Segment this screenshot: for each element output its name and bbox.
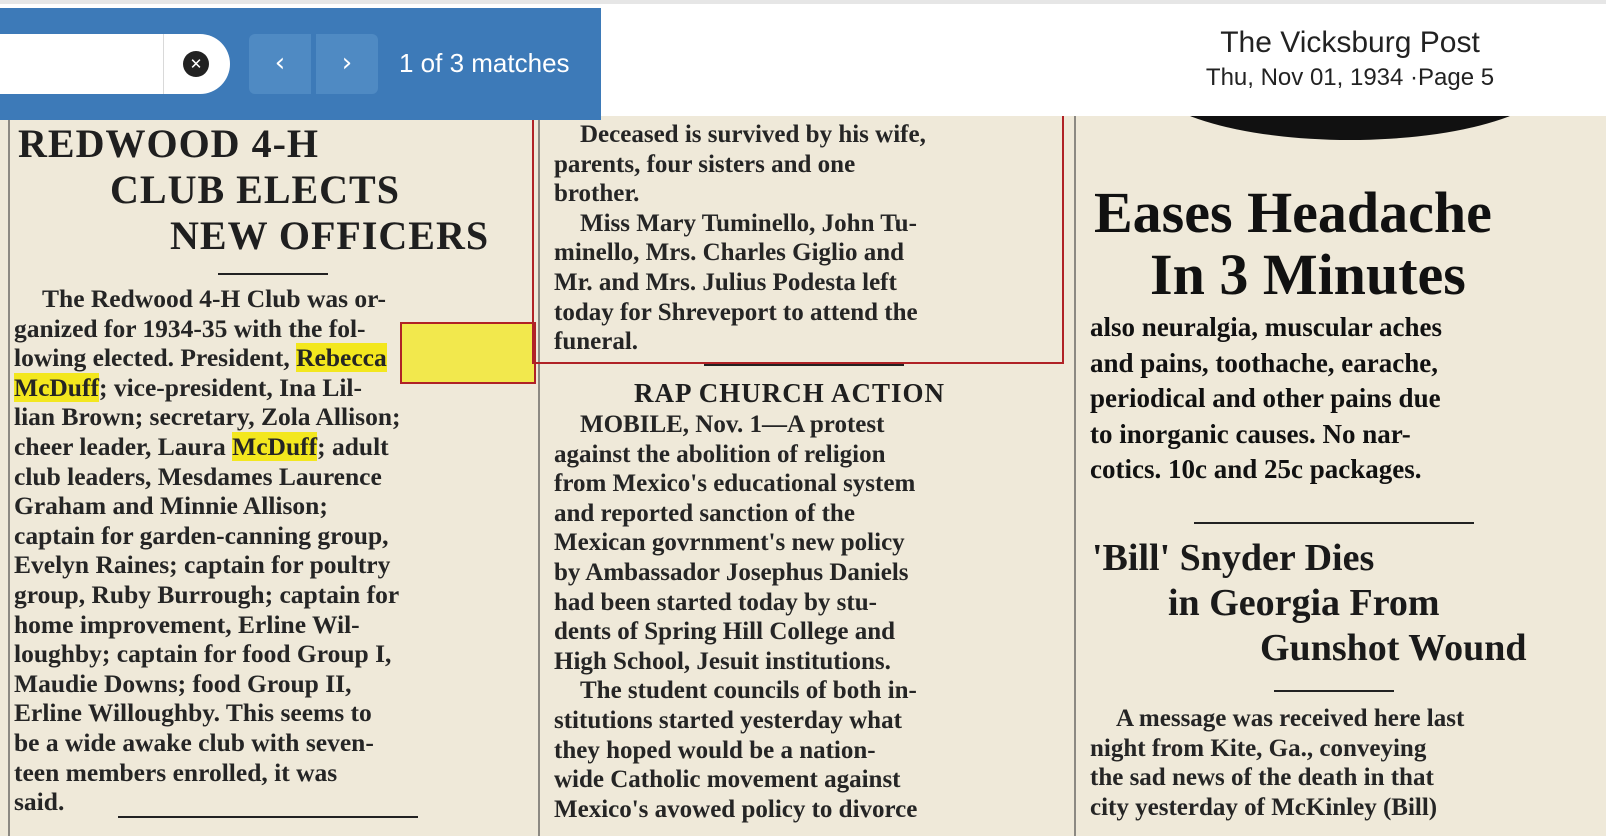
article-line: minello, Mrs. Charles Giglio and — [554, 239, 904, 267]
column-rule — [8, 116, 10, 836]
ad-line: cotics. 10c and 25c packages. — [1090, 454, 1422, 484]
article-line: group, Ruby Burrough; captain for — [14, 579, 400, 609]
search-divider — [163, 34, 164, 94]
ad-line: periodical and other pains due — [1090, 383, 1441, 413]
ad-line: to inorganic causes. No nar- — [1090, 418, 1411, 449]
headline-line: CLUB ELECTS — [110, 167, 400, 212]
article-divider — [704, 364, 904, 366]
headline-divider — [218, 273, 328, 275]
article-line: teen members enrolled, it was — [14, 757, 338, 787]
headline-line: 'Bill' Snyder Dies — [1092, 537, 1375, 579]
chevron-left-icon: ‹ — [274, 48, 286, 78]
article-headline: RAP CHURCH ACTION — [634, 378, 946, 408]
article-divider — [1194, 522, 1474, 524]
article-line: The student councils of both in- — [580, 677, 917, 705]
article-line: said. — [14, 787, 65, 817]
article-line: captain for garden-canning group, — [14, 520, 389, 550]
article-line: against the abolition of religion — [554, 440, 886, 468]
close-icon: ✕ — [189, 55, 203, 73]
headline-divider — [1274, 690, 1394, 692]
newspaper-page[interactable]: REDWOOD 4-H CLUB ELECTS NEW OFFICERS The… — [0, 116, 1606, 836]
ad-headline-line: In 3 Minutes — [1150, 242, 1466, 307]
search-panel: ✕ ‹ › 1 of 3 matches — [0, 8, 601, 120]
search-input[interactable] — [0, 34, 160, 94]
article-body: MOBILE, Nov. 1—A protest against the abo… — [554, 410, 1060, 824]
article-line: Deceased is survived by his wife, — [580, 121, 926, 148]
viewer-toolbar: ✕ ‹ › 1 of 3 matches The Vicksburg Post … — [0, 0, 1606, 120]
headline-line: REDWOOD 4-H — [18, 121, 319, 166]
paper-title: The Vicksburg Post — [1220, 26, 1480, 59]
article-line: club leaders, Mesdames Laurence — [14, 461, 382, 491]
article-line: parents, four sisters and one — [554, 150, 856, 178]
article-line: Maudie Downs; food Group II, — [14, 668, 352, 698]
article-line: lian Brown; secretary, Zola Allison; — [14, 402, 401, 432]
article-line: MOBILE, Nov. 1—A protest — [580, 411, 885, 438]
article-line: brother. — [554, 180, 640, 208]
headline-line: in Georgia From — [1168, 582, 1440, 624]
article-line: Miss Mary Tuminello, John Tu- — [580, 209, 917, 237]
article-line: Mexican govrnment's new policy — [554, 529, 905, 557]
ad-headline: Eases Headache In 3 Minutes — [1094, 182, 1492, 306]
article-headline: 'Bill' Snyder Dies in Georgia From Gunsh… — [1092, 536, 1527, 671]
clear-search-button[interactable]: ✕ — [183, 51, 209, 77]
headline-line: NEW OFFICERS — [170, 213, 490, 258]
article-body: Deceased is survived by his wife, parent… — [554, 120, 1060, 357]
article-line: loughby; captain for food Group I, — [14, 639, 392, 669]
article-line: home improvement, Erline Wil- — [14, 609, 360, 639]
article-line: from Mexico's educational system — [554, 470, 916, 498]
ad-line: also neuralgia, muscular aches — [1090, 312, 1443, 342]
article-line: stitutions started yesterday what — [554, 706, 902, 734]
article-divider — [118, 816, 418, 818]
ad-graphic — [1190, 116, 1510, 140]
article-line: had been started today by stu- — [554, 588, 877, 616]
article-line: the sad news of the death in that — [1090, 764, 1434, 792]
article-line: McDuff; vice-president, Ina Lil- — [14, 372, 362, 402]
article-body: The Redwood 4-H Club was or- ganized for… — [14, 284, 530, 817]
match-count: 1 of 3 matches — [399, 48, 570, 78]
article-body: A message was received here last night f… — [1090, 704, 1602, 822]
article-line: lowing elected. President, Rebecca — [14, 343, 387, 373]
paper-info: The Vicksburg Post Thu, Nov 01, 1934 ·Pa… — [1120, 24, 1580, 94]
chevron-right-icon: › — [341, 48, 353, 78]
article-line: The Redwood 4-H Club was or- — [42, 284, 387, 313]
article-line: be a wide awake club with seven- — [14, 727, 374, 757]
search-highlight: Rebecca — [296, 343, 387, 373]
article-line: Graham and Minnie Allison; — [14, 491, 328, 521]
ad-line: and pains, toothache, earache, — [1090, 347, 1439, 378]
article-line: wide Catholic movement against — [554, 766, 901, 794]
search-highlight: McDuff — [14, 372, 99, 402]
article-line: night from Kite, Ga., conveying — [1090, 734, 1427, 762]
column-rule — [538, 116, 540, 836]
search-box: ✕ — [0, 34, 230, 94]
article-line: and reported sanction of the — [554, 499, 855, 527]
article-line: today for Shreveport to attend the — [554, 298, 918, 326]
article-line: dents of Spring Hill College and — [554, 618, 896, 646]
column-rule — [1074, 116, 1076, 836]
article-line: Erline Willoughby. This seems to — [14, 698, 372, 728]
article-line: ganized for 1934-35 with the fol- — [14, 313, 366, 343]
ad-headline-line: Eases Headache — [1094, 180, 1492, 245]
article-line: Mexico's avowed policy to divorce — [554, 795, 918, 823]
paper-date-page: Thu, Nov 01, 1934 ·Page 5 — [1205, 64, 1495, 91]
next-match-button[interactable]: › — [316, 34, 378, 94]
previous-match-button[interactable]: ‹ — [249, 34, 311, 94]
article-line: by Ambassador Josephus Daniels — [554, 558, 909, 586]
headline-line: Gunshot Wound — [1260, 627, 1527, 669]
article-line: funeral. — [554, 328, 639, 356]
article-line: A message was received here last — [1116, 705, 1465, 732]
article-line: city yesterday of McKinley (Bill) — [1090, 793, 1438, 821]
article-line: High School, Jesuit institutions. — [554, 647, 891, 675]
article-line: Evelyn Raines; captain for poultry — [14, 550, 391, 580]
article-line: they hoped would be a nation- — [554, 736, 876, 764]
search-highlight: McDuff — [232, 431, 318, 461]
ad-body: also neuralgia, muscular aches and pains… — [1090, 310, 1604, 488]
article-line: cheer leader, Laura McDuff; adult — [14, 431, 389, 461]
article-line: Mr. and Mrs. Julius Podesta left — [554, 268, 897, 296]
